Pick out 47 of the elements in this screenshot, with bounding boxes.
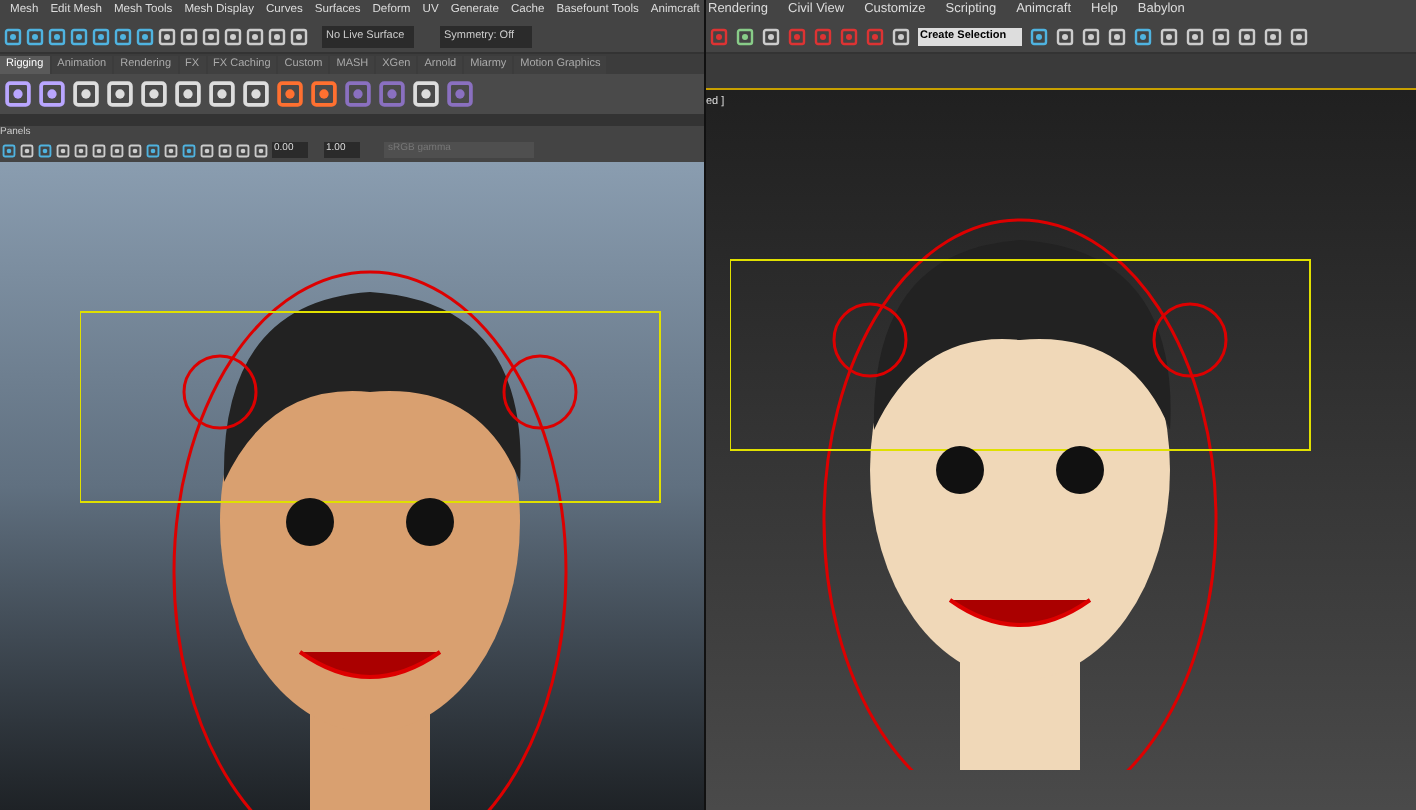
tool-icon[interactable]: [224, 27, 242, 45]
tool-icon[interactable]: [1108, 27, 1126, 45]
tool-icon[interactable]: [290, 27, 308, 45]
viewport-tool-icon[interactable]: [38, 143, 52, 157]
viewport-tool-icon[interactable]: [56, 143, 70, 157]
viewport-tool-icon[interactable]: [236, 143, 250, 157]
viewport-tool-icon[interactable]: [146, 143, 160, 157]
tool-icon[interactable]: [1212, 27, 1230, 45]
tool-icon[interactable]: [1238, 27, 1256, 45]
tool-icon[interactable]: [1030, 27, 1048, 45]
tool-icon[interactable]: [92, 27, 110, 45]
tool-icon[interactable]: [246, 27, 264, 45]
tool-icon[interactable]: [762, 27, 780, 45]
tool-icon[interactable]: [892, 27, 910, 45]
tool-icon[interactable]: [158, 27, 176, 45]
viewport-tool-icon[interactable]: [20, 143, 34, 157]
tool-icon[interactable]: [1186, 27, 1204, 45]
tool-icon[interactable]: [114, 27, 132, 45]
tool-icon[interactable]: [736, 27, 754, 45]
tool-icon[interactable]: [136, 27, 154, 45]
tool-icon[interactable]: [268, 27, 286, 45]
tool-icon[interactable]: [4, 27, 22, 45]
tool-icon[interactable]: [26, 27, 44, 45]
shelf-tool-icon[interactable]: [276, 80, 304, 108]
tool-icon[interactable]: [180, 27, 198, 45]
tool-icon[interactable]: [48, 27, 66, 45]
viewport-tool-icon[interactable]: [218, 143, 232, 157]
shelf-tool-icon[interactable]: [310, 80, 338, 108]
viewport-tool-icon[interactable]: [128, 143, 142, 157]
tool-icon[interactable]: [1160, 27, 1178, 45]
viewport-tool-icon[interactable]: [164, 143, 178, 157]
tool-icon[interactable]: [1264, 27, 1282, 45]
tool-icon[interactable]: [70, 27, 88, 45]
viewport-tool-icon[interactable]: [200, 143, 214, 157]
tool-icon[interactable]: [1056, 27, 1074, 45]
tool-icon[interactable]: [202, 27, 220, 45]
viewport-tool-icon[interactable]: [74, 143, 88, 157]
viewport-tool-icon[interactable]: [110, 143, 124, 157]
tool-icon[interactable]: [1134, 27, 1152, 45]
tool-icon[interactable]: [1082, 27, 1100, 45]
shelf-tool-icon[interactable]: [38, 80, 66, 108]
shelf-tool-icon[interactable]: [4, 80, 32, 108]
viewport-tool-icon[interactable]: [254, 143, 268, 157]
viewport-tool-icon[interactable]: [182, 143, 196, 157]
viewport-tool-icon[interactable]: [2, 143, 16, 157]
tool-icon[interactable]: [1290, 27, 1308, 45]
viewport-tool-icon[interactable]: [92, 143, 106, 157]
